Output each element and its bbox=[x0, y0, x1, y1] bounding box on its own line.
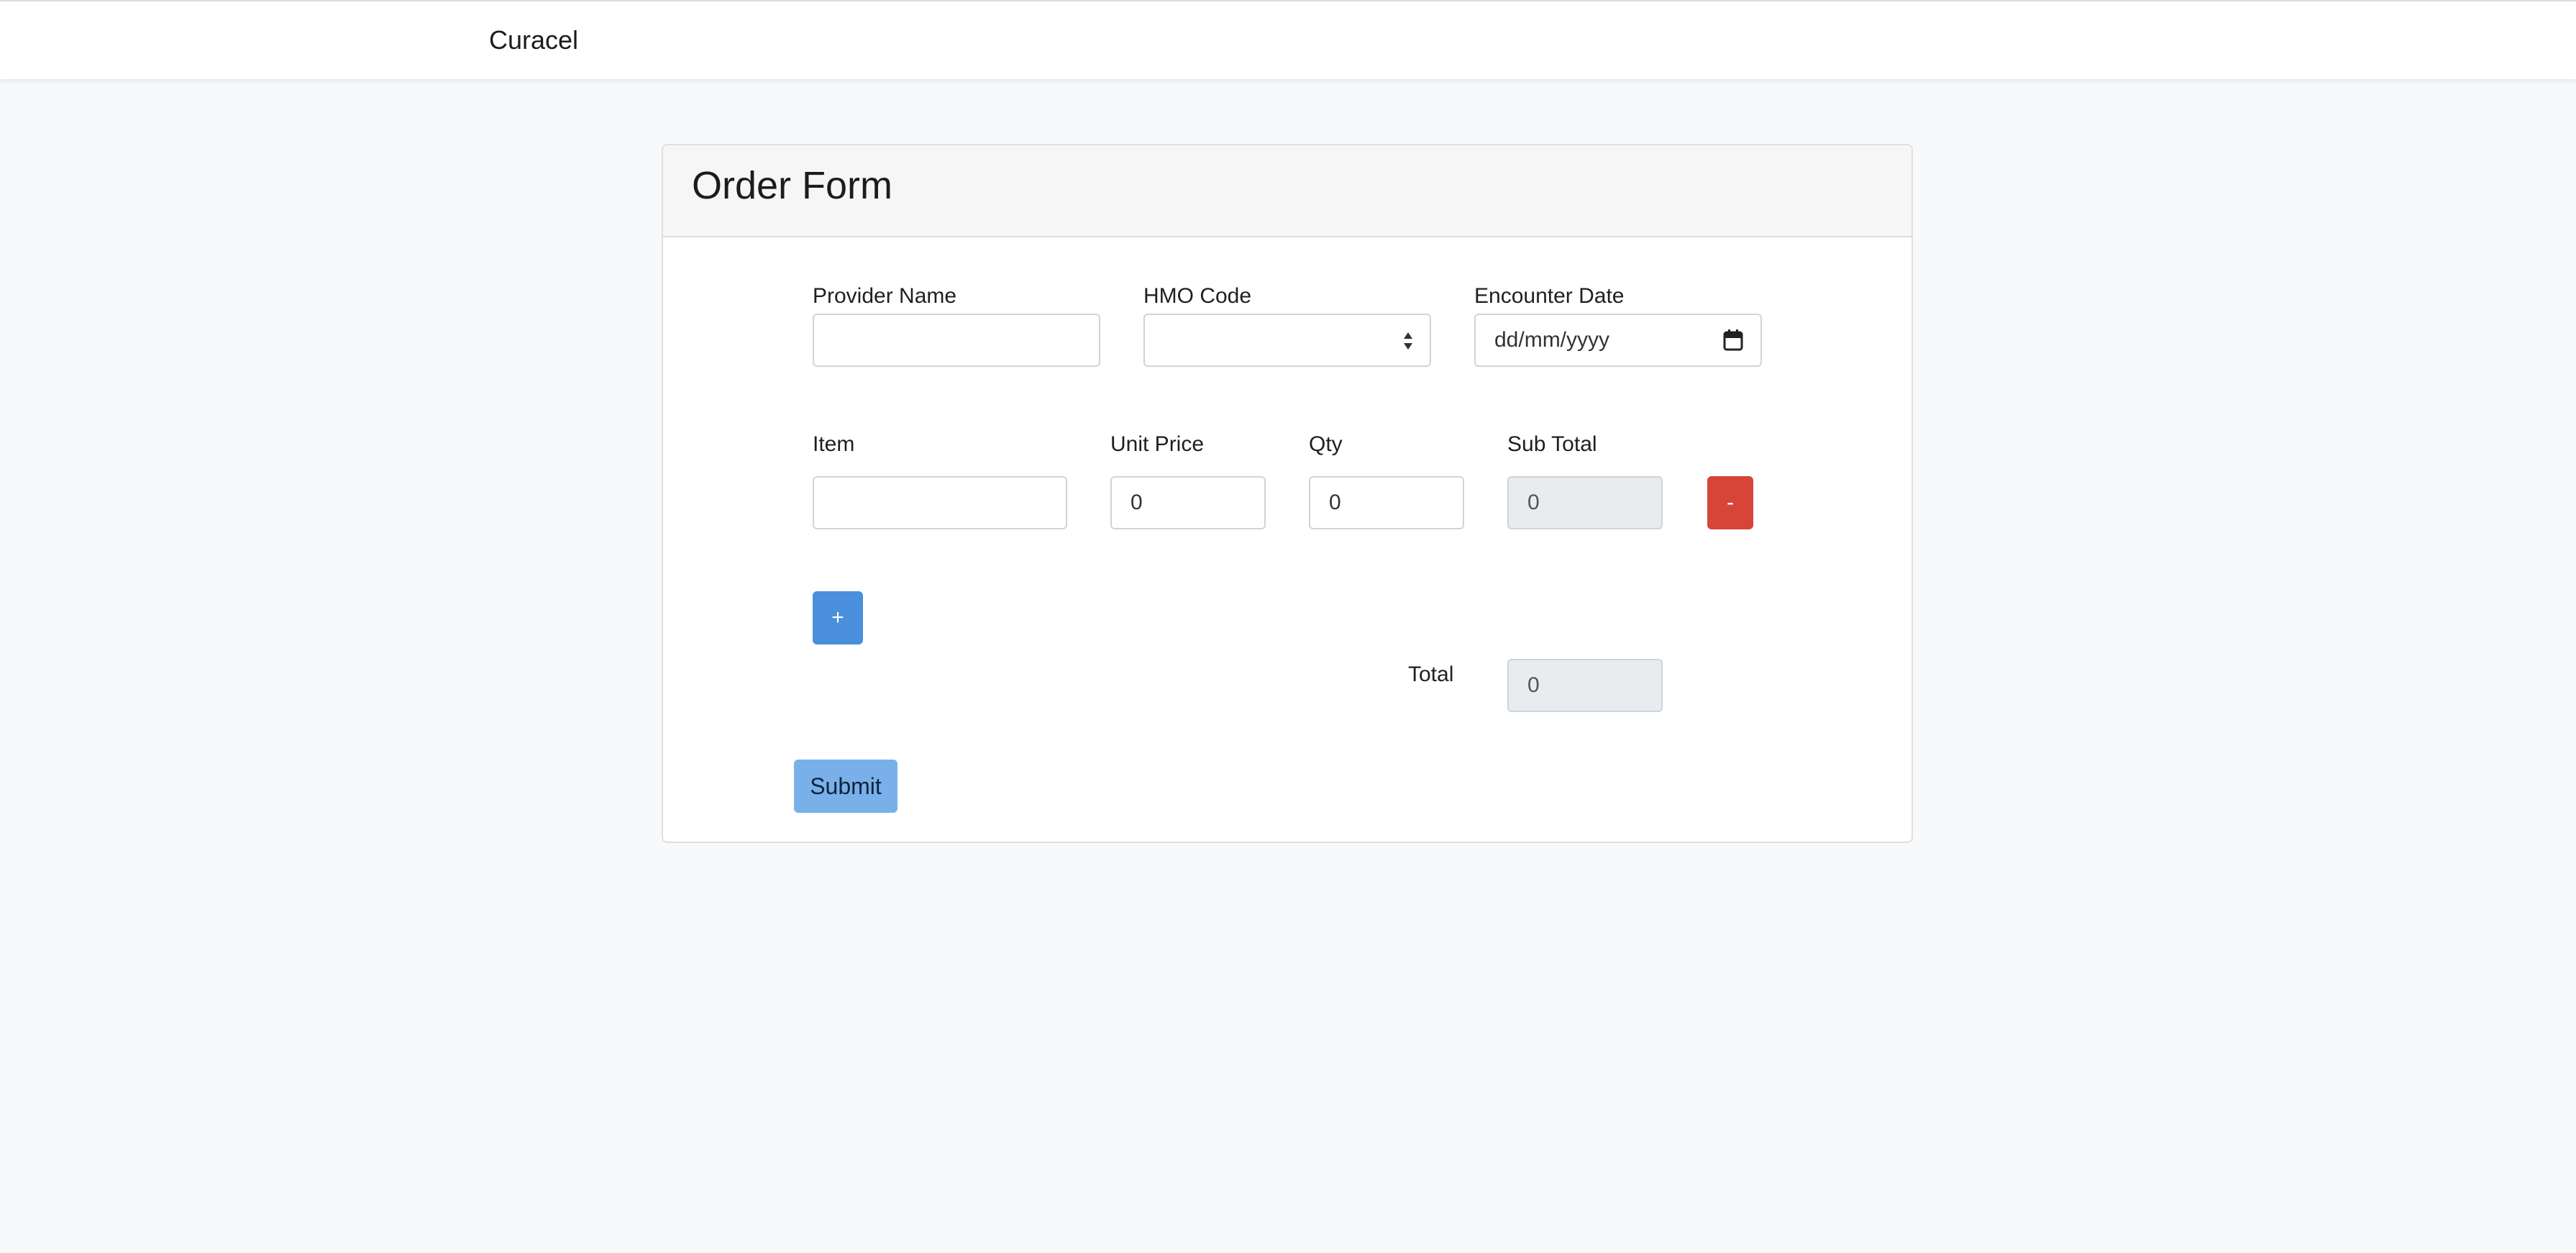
brand-link[interactable]: Curacel bbox=[489, 26, 578, 55]
sort-arrows-icon bbox=[1404, 332, 1412, 350]
sub-total-column-label: Sub Total bbox=[1507, 432, 1597, 456]
total-label: Total bbox=[1408, 662, 1454, 686]
provider-name-input[interactable] bbox=[813, 314, 1100, 367]
calendar-icon[interactable] bbox=[1723, 329, 1743, 351]
item-input[interactable] bbox=[813, 476, 1067, 529]
hmo-code-select[interactable] bbox=[1143, 314, 1431, 367]
encounter-date-input[interactable]: dd/mm/yyyy bbox=[1474, 314, 1762, 367]
encounter-date-label: Encounter Date bbox=[1474, 284, 1625, 308]
qty-input[interactable]: 0 bbox=[1309, 476, 1464, 529]
remove-row-button[interactable]: - bbox=[1707, 476, 1753, 529]
card-header: Order Form bbox=[663, 145, 1912, 237]
add-row-button[interactable]: + bbox=[813, 591, 863, 644]
sub-total-field: 0 bbox=[1507, 476, 1663, 529]
encounter-date-placeholder: dd/mm/yyyy bbox=[1494, 328, 1610, 352]
qty-column-label: Qty bbox=[1309, 432, 1343, 456]
unit-price-input[interactable]: 0 bbox=[1110, 476, 1266, 529]
submit-button[interactable]: Submit bbox=[794, 760, 898, 813]
top-navbar: Curacel bbox=[0, 0, 2576, 79]
total-field: 0 bbox=[1507, 659, 1663, 712]
page-title: Order Form bbox=[692, 164, 893, 207]
provider-name-label: Provider Name bbox=[813, 284, 957, 308]
unit-price-column-label: Unit Price bbox=[1110, 432, 1205, 456]
item-column-label: Item bbox=[813, 432, 855, 456]
hmo-code-label: HMO Code bbox=[1143, 284, 1252, 308]
order-form-card: Order Form Provider Name HMO Code Encoun… bbox=[662, 144, 1913, 843]
